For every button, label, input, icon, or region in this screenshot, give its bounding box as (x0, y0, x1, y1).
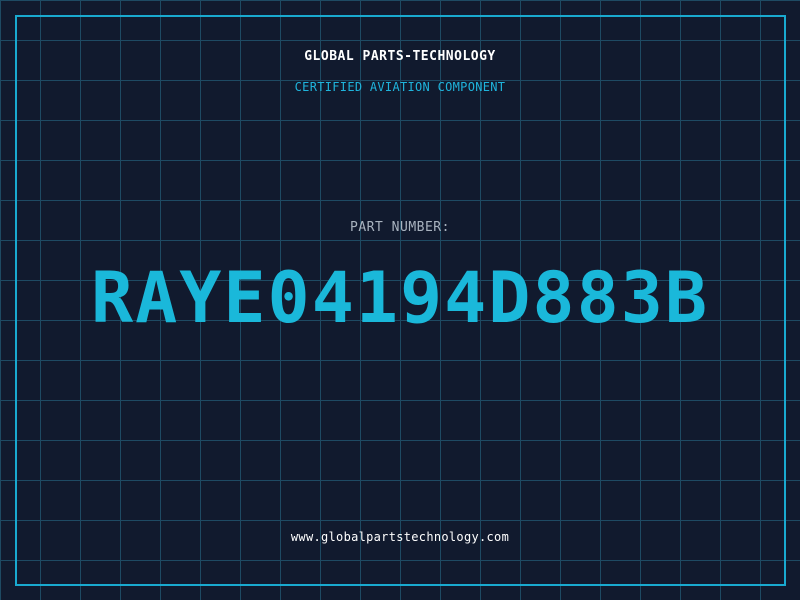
brand-title: GLOBAL PARTS-TECHNOLOGY (304, 49, 496, 64)
website-url: www.globalpartstechnology.com (290, 530, 510, 544)
part-number-label: PART NUMBER: (350, 220, 450, 235)
part-number-value: RAYE04194D883B (90, 257, 709, 339)
tagline: CERTIFIED AVIATION COMPONENT (294, 80, 506, 94)
